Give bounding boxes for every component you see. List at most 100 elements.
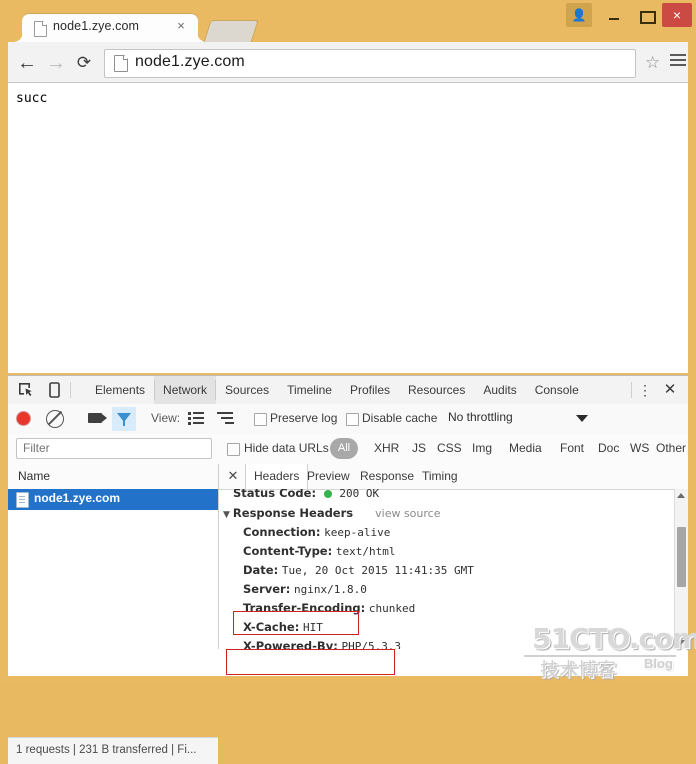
devtools-close-icon[interactable]: ✕ <box>662 381 678 399</box>
throttling-value: No throttling <box>448 410 513 424</box>
filter-input[interactable] <box>16 438 212 459</box>
header-value: text/html <box>336 545 396 558</box>
clear-icon[interactable] <box>46 410 64 428</box>
close-icon[interactable]: × <box>174 19 188 33</box>
filter-type-font[interactable]: Font <box>560 441 584 455</box>
preserve-log-checkbox[interactable] <box>254 413 267 426</box>
maximize-icon <box>640 11 656 24</box>
watermark-chinese: 技术博客 <box>540 655 616 682</box>
header-row: Content-Type: text/html <box>243 544 395 558</box>
capture-screenshots-icon[interactable] <box>88 413 102 423</box>
device-toolbar-icon[interactable] <box>44 381 64 399</box>
network-status-bar: 1 requests | 231 B transferred | Fi... <box>8 737 218 764</box>
tab-title: node1.zye.com <box>53 19 139 33</box>
devtools-tab-list: ElementsNetworkSourcesTimelineProfilesRe… <box>86 376 588 404</box>
network-filter-bar: Hide data URLs All XHR JS CSS Img Media … <box>8 434 688 465</box>
tab-network[interactable]: Network <box>154 376 216 404</box>
back-icon[interactable]: ← <box>16 52 38 74</box>
filter-type-img[interactable]: Img <box>472 441 492 455</box>
chevron-down-icon <box>576 415 588 422</box>
address-bar[interactable]: node1.zye.com <box>104 49 636 78</box>
filter-toggle-button[interactable] <box>112 407 136 431</box>
devtools-more-options-icon[interactable]: ⋮ <box>638 380 652 400</box>
tab-audits[interactable]: Audits <box>474 376 525 404</box>
tab-profiles[interactable]: Profiles <box>341 376 399 404</box>
annotation-box-x-via <box>226 649 395 675</box>
throttling-select[interactable]: No throttling <box>448 410 588 428</box>
hide-data-urls-label: Hide data URLs <box>244 441 329 455</box>
header-value: PHP/5.3.3 <box>341 640 401 649</box>
filter-type-doc[interactable]: Doc <box>598 441 619 455</box>
detail-tabbar: ✕ Headers Preview Response Timing <box>219 464 688 490</box>
network-controls-bar: View: Preserve log Disable cache No thro… <box>8 404 688 435</box>
window-close-button[interactable]: × <box>662 3 692 27</box>
filter-type-all[interactable]: All <box>330 438 358 459</box>
tab-resources[interactable]: Resources <box>399 376 474 404</box>
column-header-name: Name <box>18 469 50 483</box>
scroll-up-arrow-icon[interactable] <box>677 493 685 498</box>
header-key: Date: <box>243 563 278 577</box>
browser-tab[interactable]: node1.zye.com × <box>22 14 198 42</box>
header-key: Content-Type: <box>243 544 332 558</box>
new-tab-button[interactable] <box>203 20 258 43</box>
request-row[interactable]: node1.zye.com <box>8 489 218 510</box>
disable-cache-label: Disable cache <box>362 411 437 425</box>
filter-type-js[interactable]: JS <box>412 441 426 455</box>
page-viewport: succ <box>8 83 688 373</box>
address-bar-url: node1.zye.com <box>135 53 245 71</box>
annotation-box-x-cache <box>233 611 359 635</box>
user-icon: 👤 <box>566 8 592 22</box>
hamburger-menu-icon[interactable] <box>670 54 686 69</box>
header-key: X-Powered-By: <box>243 639 338 649</box>
bookmark-star-icon[interactable]: ☆ <box>645 53 660 72</box>
tab-timeline[interactable]: Timeline <box>278 376 341 404</box>
header-value: nginx/1.8.0 <box>294 583 367 596</box>
tab-elements[interactable]: Elements <box>86 376 154 404</box>
close-icon: × <box>662 7 692 23</box>
hide-data-urls-checkbox[interactable] <box>227 443 240 456</box>
tab-console[interactable]: Console <box>526 376 588 404</box>
status-code-row: Status Code: 200 OK <box>233 489 379 500</box>
filter-type-css[interactable]: CSS <box>437 441 462 455</box>
reload-icon[interactable]: ⟳ <box>73 52 95 74</box>
view-source-link[interactable]: view source <box>375 507 440 520</box>
detail-tab-response[interactable]: Response <box>352 464 422 489</box>
header-row: Connection: keep-alive <box>243 525 390 539</box>
detail-tab-timing[interactable]: Timing <box>414 464 466 489</box>
filter-type-xhr[interactable]: XHR <box>374 441 399 455</box>
document-icon <box>16 492 29 508</box>
header-key: Server: <box>243 582 290 596</box>
list-view-icon[interactable] <box>188 412 204 425</box>
inspect-element-icon[interactable] <box>16 381 36 399</box>
user-profile-button[interactable]: 👤 <box>566 3 592 27</box>
page-favicon-icon <box>34 21 47 37</box>
header-key: Connection: <box>243 525 320 539</box>
network-summary: 1 requests | 231 B transferred | Fi... <box>16 744 196 756</box>
filter-type-other[interactable]: Other <box>656 441 686 455</box>
detail-close-icon[interactable]: ✕ <box>225 468 241 484</box>
record-icon[interactable] <box>17 412 30 425</box>
header-value: keep-alive <box>324 526 390 539</box>
filter-type-ws[interactable]: WS <box>630 441 649 455</box>
tab-sources[interactable]: Sources <box>216 376 278 404</box>
waterfall-view-icon[interactable] <box>217 412 235 425</box>
header-row: X-Powered-By: PHP/5.3.3 <box>243 639 401 649</box>
watermark: 51CTO.com 技术博客 Blog <box>524 622 684 678</box>
detail-tab-preview[interactable]: Preview <box>299 464 358 489</box>
filter-type-media[interactable]: Media <box>509 441 542 455</box>
page-body-text: succ <box>16 91 47 106</box>
scrollbar-thumb[interactable] <box>677 527 686 587</box>
request-name: node1.zye.com <box>34 491 120 505</box>
response-headers-title: Response Headers <box>233 506 353 520</box>
header-row: Server: nginx/1.8.0 <box>243 582 367 596</box>
maximize-button[interactable] <box>634 3 658 27</box>
minimize-button[interactable] <box>602 3 626 27</box>
request-list-pane: Name node1.zye.com <box>8 464 219 649</box>
filter-icon <box>117 413 131 422</box>
forward-icon[interactable]: → <box>45 52 67 74</box>
watermark-main: 51CTO.com <box>532 622 696 655</box>
response-headers-section[interactable]: ▼Response Headersview source <box>223 506 440 520</box>
browser-window: node1.zye.com × 👤 × ← → ⟳ node1.zye.com … <box>0 0 696 683</box>
header-row: Date: Tue, 20 Oct 2015 11:41:35 GMT <box>243 563 474 577</box>
disable-cache-checkbox[interactable] <box>346 413 359 426</box>
